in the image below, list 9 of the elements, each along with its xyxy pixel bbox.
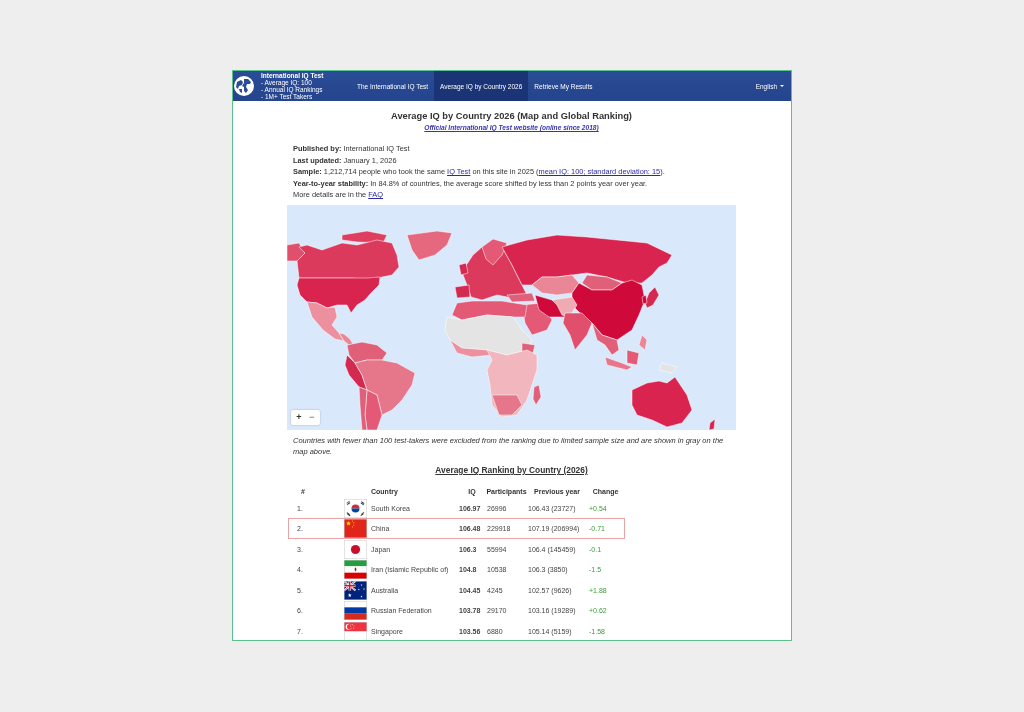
australia-flag-icon xyxy=(344,580,367,600)
china-flag-icon xyxy=(344,519,367,538)
russia-flag-icon xyxy=(344,601,367,620)
south-korea-flag-icon xyxy=(344,498,367,518)
japan-flag-icon xyxy=(344,539,367,559)
table-title: Average IQ Ranking by Country (2026) xyxy=(434,465,589,476)
caret-icon xyxy=(780,85,784,87)
iran-flag-icon xyxy=(344,560,367,579)
page-title: Average IQ by Country 2026 (Map and Global Ranking) xyxy=(390,110,633,122)
